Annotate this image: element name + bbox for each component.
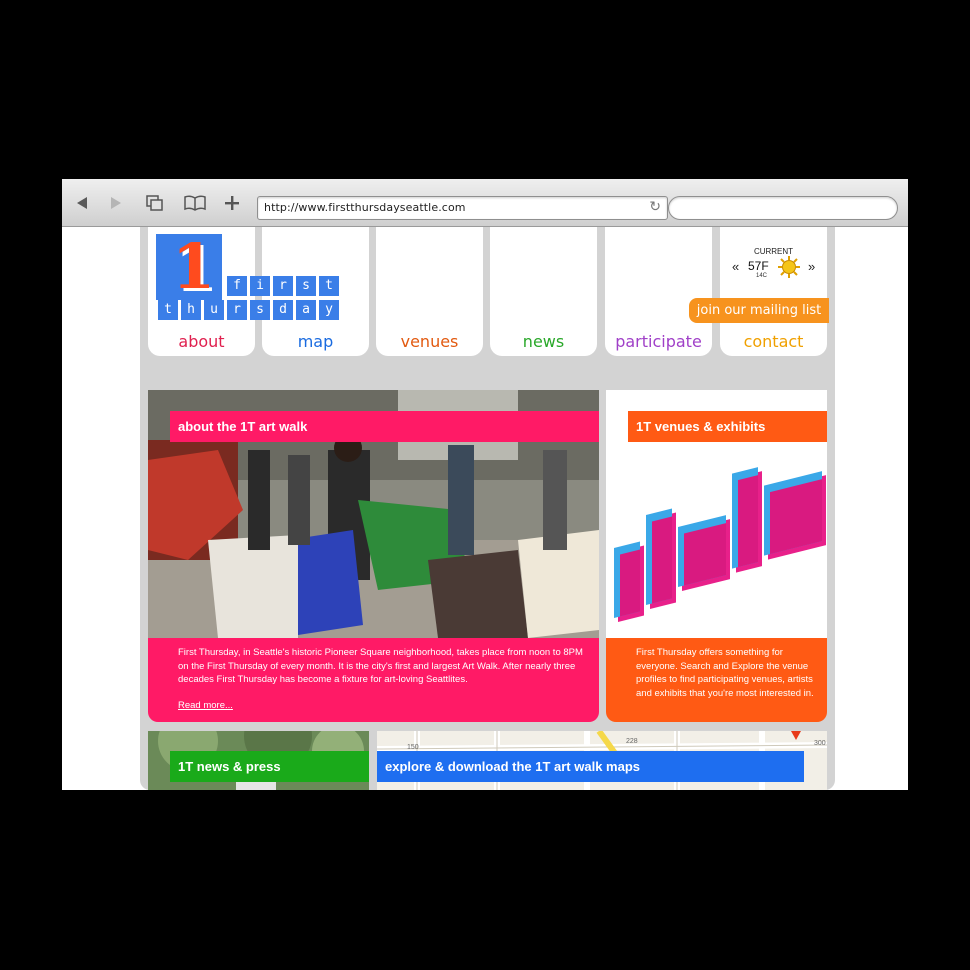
screen: { "browser": { "url": "http://www.firstt… [0,0,970,970]
nav-contact[interactable]: contact [720,332,827,351]
logo-letter: y [319,300,339,320]
new-tab-button[interactable] [222,193,242,213]
map-label: 300 [814,740,826,747]
nav-participate[interactable]: participate [605,332,712,351]
sun-icon [778,256,800,278]
nav-participate-card[interactable]: participate [605,227,712,356]
plus-icon [225,196,239,210]
read-more-link[interactable]: Read more... [178,699,233,713]
address-bar[interactable]: http://www.firstthursdayseattle.com ↻ [257,196,668,220]
logo-letter: h [181,300,201,320]
nav-news[interactable]: news [490,332,597,351]
logo-letter: a [296,300,316,320]
nav-map[interactable]: map [262,332,369,351]
map-label: 150 [407,744,419,751]
logo-letter: d [273,300,293,320]
tabs-overview-icon [146,195,163,211]
logo-letter: t [158,300,178,320]
logo-letter: f [227,276,247,296]
map-label: 228 [626,738,638,745]
nav-venues[interactable]: venues [376,332,483,351]
venues-card: 1T venues & exhibits First Thursday offe… [606,390,827,722]
about-card-body: First Thursday, in Seattle's historic Pi… [178,647,583,685]
logo-letter: r [273,276,293,296]
about-card: about the 1T art walk First Thursday, in… [148,390,599,722]
forward-arrow-icon [111,197,121,209]
book-icon [184,195,206,211]
search-field[interactable] [668,196,898,220]
logo-letter: u [204,300,224,320]
logo-letter: t [319,276,339,296]
nav-news-card[interactable]: news [490,227,597,356]
venues-card-body: First Thursday offers something for ever… [636,646,816,700]
url-text: http://www.firstthursdayseattle.com [264,201,466,214]
news-card: 1T news & press [148,731,369,790]
search-explore-link[interactable]: Search and Explore [680,661,763,672]
weather-widget: CURRENT « 57F 14C » [720,247,827,279]
web-page: 1 about map venues news participate CURR… [62,227,908,790]
logo-one-block: 1 [156,234,222,300]
logo-letter: s [250,300,270,320]
tabs-button[interactable] [144,193,166,213]
logo-letter: i [250,276,270,296]
back-button[interactable] [74,193,90,213]
mailing-list-button[interactable]: join our mailing list [689,298,829,323]
weather-next[interactable]: » [808,259,815,274]
forward-button[interactable] [108,193,124,213]
reload-icon[interactable]: ↻ [649,198,661,215]
back-arrow-icon [77,197,87,209]
logo-letter: r [227,300,247,320]
logo-numeral: 1 [172,230,216,303]
news-card-title[interactable]: 1T news & press [170,751,369,782]
logo-letter: s [296,276,316,296]
weather-temp-f: 57F [748,259,769,273]
bookmarks-button[interactable] [183,193,207,213]
browser-window: http://www.firstthursdayseattle.com ↻ 1 … [62,179,908,790]
site-container: 1 about map venues news participate CURR… [140,227,835,790]
nav-contact-card[interactable]: CURRENT « 57F 14C » contact [720,227,827,356]
nav-venues-card[interactable]: venues [376,227,483,356]
browser-toolbar: http://www.firstthursdayseattle.com ↻ [62,179,908,227]
weather-label: CURRENT [753,247,794,256]
maps-card-title[interactable]: explore & download the 1T art walk maps [377,751,804,782]
weather-temp-c: 14C [756,273,768,279]
venues-card-title[interactable]: 1T venues & exhibits [628,411,827,442]
nav-about[interactable]: about [148,332,255,351]
about-card-title[interactable]: about the 1T art walk [170,411,599,442]
weather-prev[interactable]: « [732,259,739,274]
maps-card: 150 228 300 explore & download the 1T ar… [377,731,827,790]
